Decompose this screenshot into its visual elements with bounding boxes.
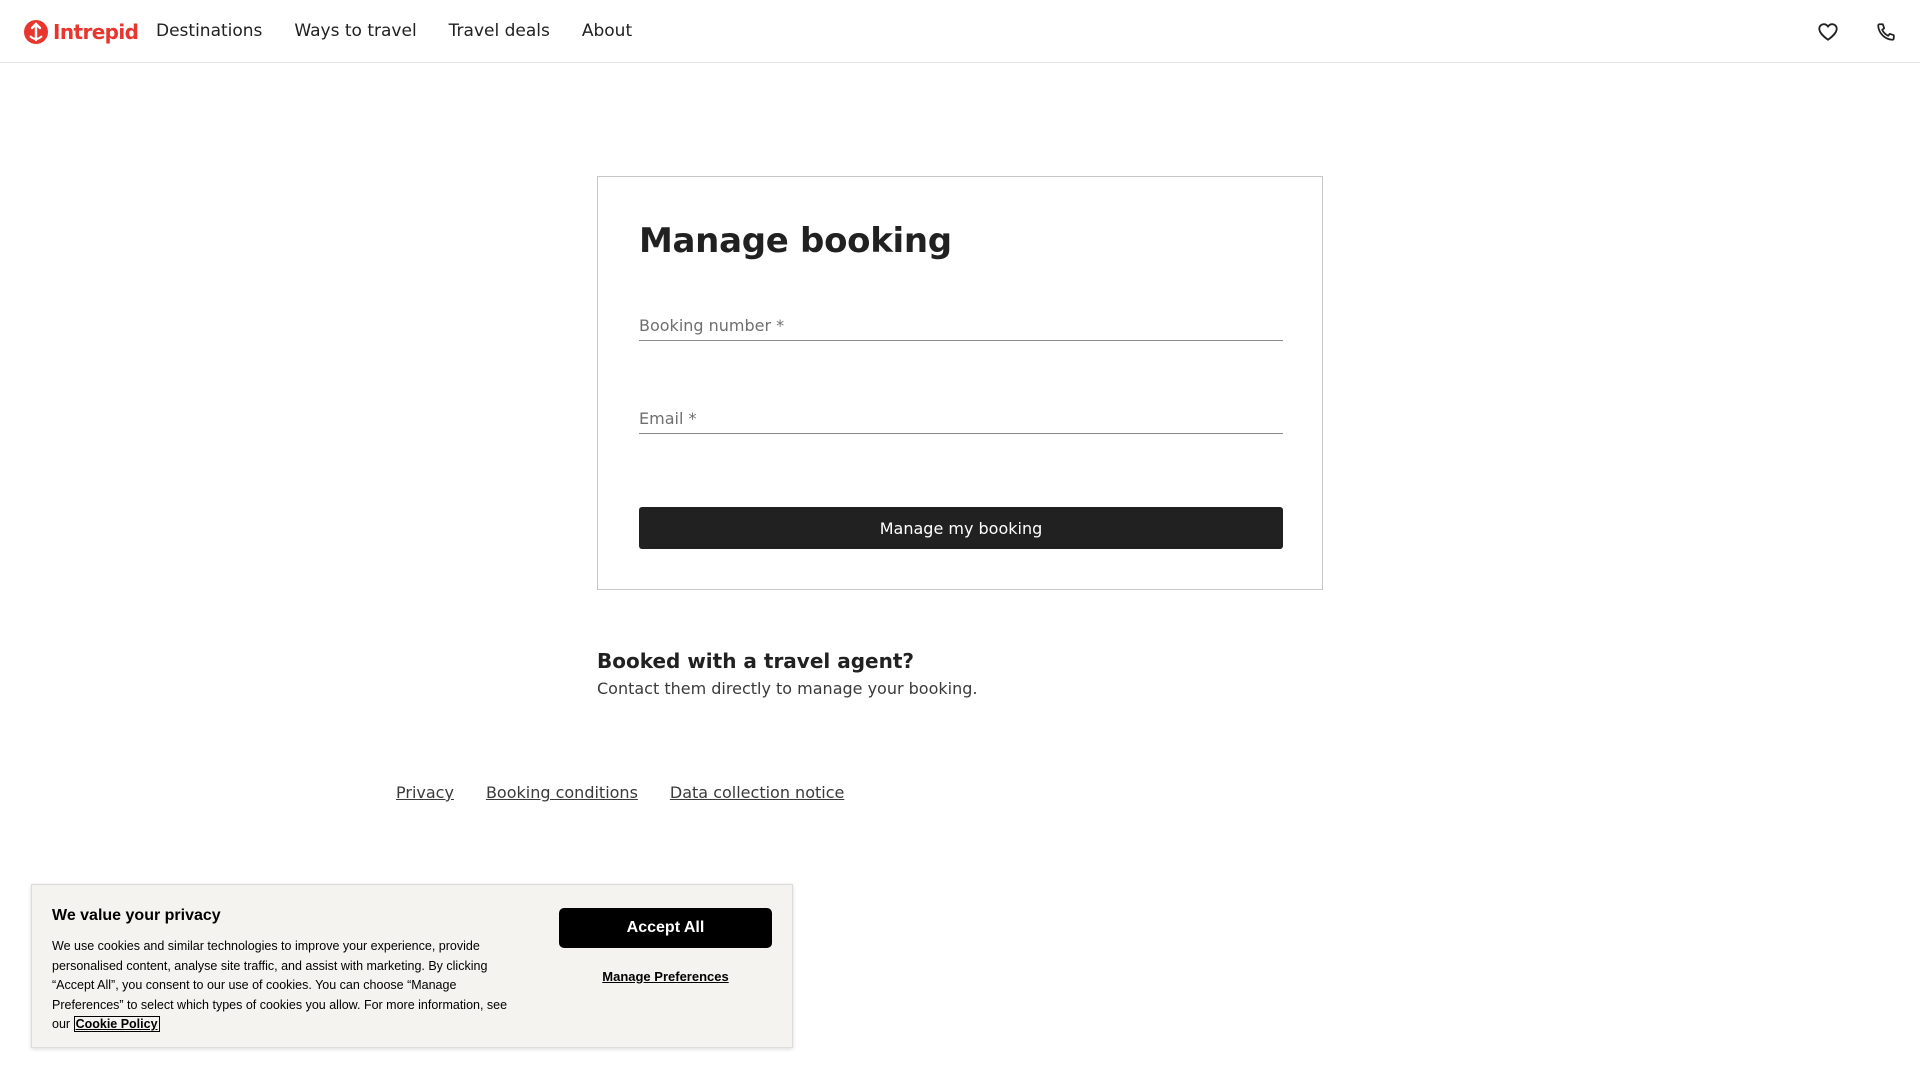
booking-number-field: [639, 311, 1283, 341]
manage-my-booking-button[interactable]: Manage my booking: [639, 507, 1283, 549]
travel-agent-heading: Booked with a travel agent?: [597, 649, 915, 673]
page-title: Manage booking: [639, 221, 952, 261]
cookie-title: We value your privacy: [52, 907, 221, 924]
manage-preferences-link[interactable]: Manage Preferences: [559, 969, 772, 984]
logo-text: Intrepid: [53, 20, 139, 44]
wishlist-button[interactable]: [1816, 20, 1840, 44]
email-field: [639, 404, 1283, 434]
cookie-policy-link[interactable]: Cookie Policy: [73, 1016, 160, 1032]
email-input[interactable]: [639, 404, 1283, 432]
call-button[interactable]: [1874, 20, 1898, 44]
intrepid-logo[interactable]: Intrepid: [23, 19, 139, 45]
nav-item-about[interactable]: About: [582, 20, 632, 42]
intrepid-logo-icon: [24, 20, 48, 44]
header-actions: [1816, 20, 1898, 44]
accept-all-button[interactable]: Accept All: [559, 908, 772, 948]
manage-booking-card: Manage booking Manage my booking: [597, 176, 1323, 590]
cookie-description: We use cookies and similar technologies …: [52, 937, 522, 1035]
site-header: Intrepid Destinations Ways to travel Tra…: [0, 0, 1920, 63]
booking-number-input[interactable]: [639, 311, 1283, 339]
main-nav: Destinations Ways to travel Travel deals…: [156, 20, 664, 42]
nav-item-travel-deals[interactable]: Travel deals: [449, 20, 550, 42]
nav-item-ways-to-travel[interactable]: Ways to travel: [294, 20, 416, 42]
footer-link-data-collection-notice[interactable]: Data collection notice: [670, 783, 844, 802]
phone-icon: [1877, 23, 1895, 41]
footer-links: Privacy Booking conditions Data collecti…: [396, 783, 844, 802]
travel-agent-text: Contact them directly to manage your boo…: [597, 679, 978, 698]
footer-link-booking-conditions[interactable]: Booking conditions: [486, 783, 638, 802]
footer-link-privacy[interactable]: Privacy: [396, 783, 454, 802]
nav-item-destinations[interactable]: Destinations: [156, 20, 262, 42]
cookie-banner: We value your privacy We use cookies and…: [31, 884, 793, 1048]
heart-icon: [1818, 23, 1838, 41]
